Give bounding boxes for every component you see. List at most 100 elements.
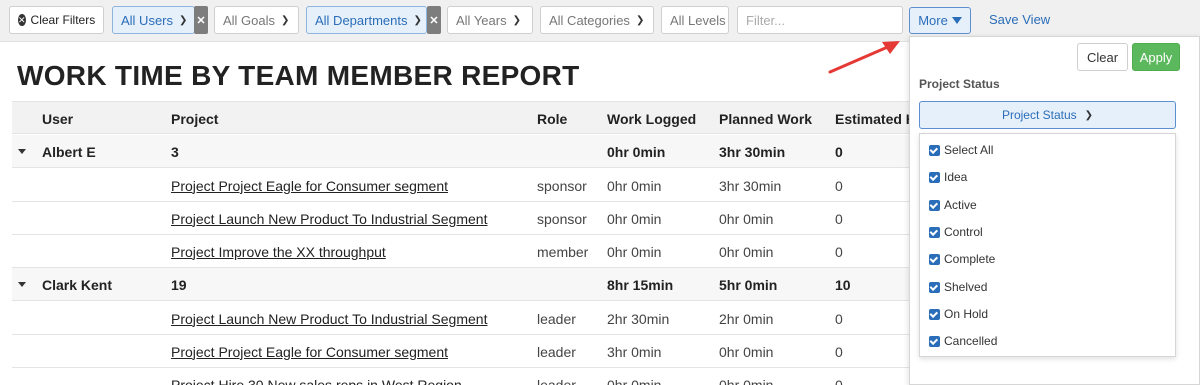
row-work-logged: 0hr 0min bbox=[607, 243, 662, 260]
row-planned-work: 0hr 0min bbox=[719, 243, 774, 260]
expand-caret-icon[interactable] bbox=[18, 282, 26, 287]
row-role: leader bbox=[537, 343, 576, 360]
more-button-label: More bbox=[918, 13, 948, 28]
project-status-options: Select All Idea Active Control Complete … bbox=[919, 133, 1176, 357]
funnel-icon bbox=[951, 17, 962, 24]
option-select-all[interactable]: Select All bbox=[929, 142, 993, 158]
checkbox-checked-icon[interactable] bbox=[929, 281, 940, 293]
row-user: Clark Kent bbox=[42, 276, 113, 293]
categories-filter-value: All Categories bbox=[549, 12, 630, 28]
levels-filter-select[interactable]: All Levels bbox=[661, 6, 729, 34]
checkbox-checked-icon[interactable] bbox=[929, 335, 940, 347]
table-row: Project Project Eagle for Consumer segme… bbox=[12, 169, 912, 202]
option-shelved[interactable]: Shelved bbox=[929, 279, 987, 295]
column-header-project[interactable]: Project bbox=[171, 102, 218, 135]
row-planned-work: 0hr 0min bbox=[719, 343, 774, 360]
row-estimated: 0 bbox=[835, 210, 843, 227]
checkbox-checked-icon[interactable] bbox=[929, 144, 940, 156]
close-circle-icon: ✕ bbox=[18, 14, 26, 26]
page-title: WORK TIME BY TEAM MEMBER REPORT bbox=[17, 60, 580, 91]
column-header-work-logged[interactable]: Work Logged bbox=[607, 102, 696, 135]
column-header-role[interactable]: Role bbox=[537, 102, 567, 135]
project-link[interactable]: Project Launch New Product To Industrial… bbox=[171, 311, 487, 327]
years-filter-value: All Years bbox=[456, 12, 507, 28]
row-role: sponsor bbox=[537, 210, 587, 227]
checkbox-checked-icon[interactable] bbox=[929, 226, 940, 238]
option-label: Control bbox=[944, 225, 983, 239]
table-row: Project Launch New Product To Industrial… bbox=[12, 302, 912, 335]
row-estimated: 0 bbox=[835, 243, 843, 260]
users-filter-clear-icon[interactable]: ✕ bbox=[194, 6, 208, 34]
table-row: Albert E 3 0hr 0min 3hr 30min 0 bbox=[12, 135, 912, 168]
row-work-logged: 0hr 0min bbox=[607, 143, 666, 160]
more-filters-panel: Clear Apply Project Status Project Statu… bbox=[909, 36, 1200, 385]
chevron-down-icon: ❯ bbox=[635, 14, 645, 26]
checkbox-checked-icon[interactable] bbox=[929, 199, 940, 211]
option-label: Cancelled bbox=[944, 334, 998, 348]
row-role: leader bbox=[537, 310, 576, 327]
panel-apply-button[interactable]: Apply bbox=[1132, 43, 1180, 71]
option-active[interactable]: Active bbox=[929, 197, 977, 213]
row-planned-work: 3hr 30min bbox=[719, 143, 786, 160]
expand-caret-icon[interactable] bbox=[18, 149, 26, 154]
row-work-logged: 8hr 15min bbox=[607, 276, 674, 293]
project-link[interactable]: Project Launch New Product To Industrial… bbox=[171, 211, 487, 227]
checkbox-checked-icon[interactable] bbox=[929, 308, 940, 320]
option-cancelled[interactable]: Cancelled bbox=[929, 333, 997, 349]
project-link[interactable]: Project Project Eagle for Consumer segme… bbox=[171, 344, 448, 360]
row-planned-work: 3hr 30min bbox=[719, 177, 782, 194]
row-estimated: 0 bbox=[835, 177, 843, 194]
column-header-estimated[interactable]: Estimated H bbox=[835, 102, 916, 135]
option-label: Select All bbox=[944, 143, 994, 157]
option-label: Active bbox=[944, 198, 977, 212]
panel-clear-button[interactable]: Clear bbox=[1077, 43, 1128, 71]
checkbox-checked-icon[interactable] bbox=[929, 253, 940, 265]
years-filter-select[interactable]: All Years ❯ bbox=[447, 6, 533, 34]
clear-filters-button[interactable]: ✕ Clear Filters bbox=[9, 6, 104, 34]
departments-filter-value: All Departments bbox=[315, 12, 408, 28]
column-header-planned-work[interactable]: Planned Work bbox=[719, 102, 812, 135]
more-button[interactable]: More bbox=[909, 7, 971, 34]
row-planned-work: 5hr 0min bbox=[719, 276, 778, 293]
chevron-down-icon: ❯ bbox=[281, 14, 290, 26]
option-control[interactable]: Control bbox=[929, 224, 983, 240]
goals-filter-select[interactable]: All Goals ❯ bbox=[214, 6, 299, 34]
project-link[interactable]: Project Project Eagle for Consumer segme… bbox=[171, 178, 448, 194]
option-complete[interactable]: Complete bbox=[929, 251, 995, 267]
table-row: Project Project Eagle for Consumer segme… bbox=[12, 335, 912, 368]
project-link[interactable]: Project Improve the XX throughput bbox=[171, 244, 386, 260]
option-on-hold[interactable]: On Hold bbox=[929, 306, 988, 322]
row-planned-work: 2hr 0min bbox=[719, 310, 774, 327]
table-row: Project Hire 30 New sales reps in West R… bbox=[12, 368, 912, 385]
project-link[interactable]: Project Hire 30 New sales reps in West R… bbox=[171, 377, 462, 385]
users-filter-value: All Users bbox=[121, 12, 174, 28]
row-estimated: 10 bbox=[835, 276, 851, 293]
row-work-logged: 2hr 30min bbox=[607, 310, 670, 327]
categories-filter-select[interactable]: All Categories ❯ bbox=[540, 6, 654, 34]
project-status-select[interactable]: Project Status ❯ bbox=[919, 101, 1176, 129]
row-estimated: 0 bbox=[835, 343, 843, 360]
checkbox-checked-icon[interactable] bbox=[929, 171, 940, 183]
save-view-link[interactable]: Save View bbox=[989, 12, 1050, 27]
column-header-user[interactable]: User bbox=[42, 102, 73, 135]
option-label: On Hold bbox=[944, 307, 989, 321]
filter-input[interactable]: Filter... bbox=[737, 6, 903, 34]
table-row: Project Improve the XX throughput member… bbox=[12, 235, 912, 268]
option-label: Shelved bbox=[944, 280, 988, 294]
levels-filter-value: All Levels bbox=[670, 12, 726, 28]
row-work-logged: 0hr 0min bbox=[607, 210, 662, 227]
chevron-down-icon: ❯ bbox=[1084, 109, 1094, 121]
row-estimated: 0 bbox=[835, 310, 843, 327]
row-estimated: 0 bbox=[835, 376, 843, 385]
users-filter-select[interactable]: All Users ❯ bbox=[112, 6, 195, 34]
departments-filter-select[interactable]: All Departments ❯ bbox=[306, 6, 427, 34]
option-idea[interactable]: Idea bbox=[929, 169, 967, 185]
row-planned-work: 0hr 0min bbox=[719, 210, 774, 227]
row-estimated: 0 bbox=[835, 143, 843, 160]
row-role: member bbox=[537, 243, 589, 260]
goals-filter-value: All Goals bbox=[223, 12, 276, 28]
row-work-logged: 3hr 0min bbox=[607, 343, 662, 360]
row-project-count: 3 bbox=[171, 143, 179, 160]
row-planned-work: 0hr 0min bbox=[719, 376, 774, 385]
departments-filter-clear-icon[interactable]: ✕ bbox=[427, 6, 441, 34]
